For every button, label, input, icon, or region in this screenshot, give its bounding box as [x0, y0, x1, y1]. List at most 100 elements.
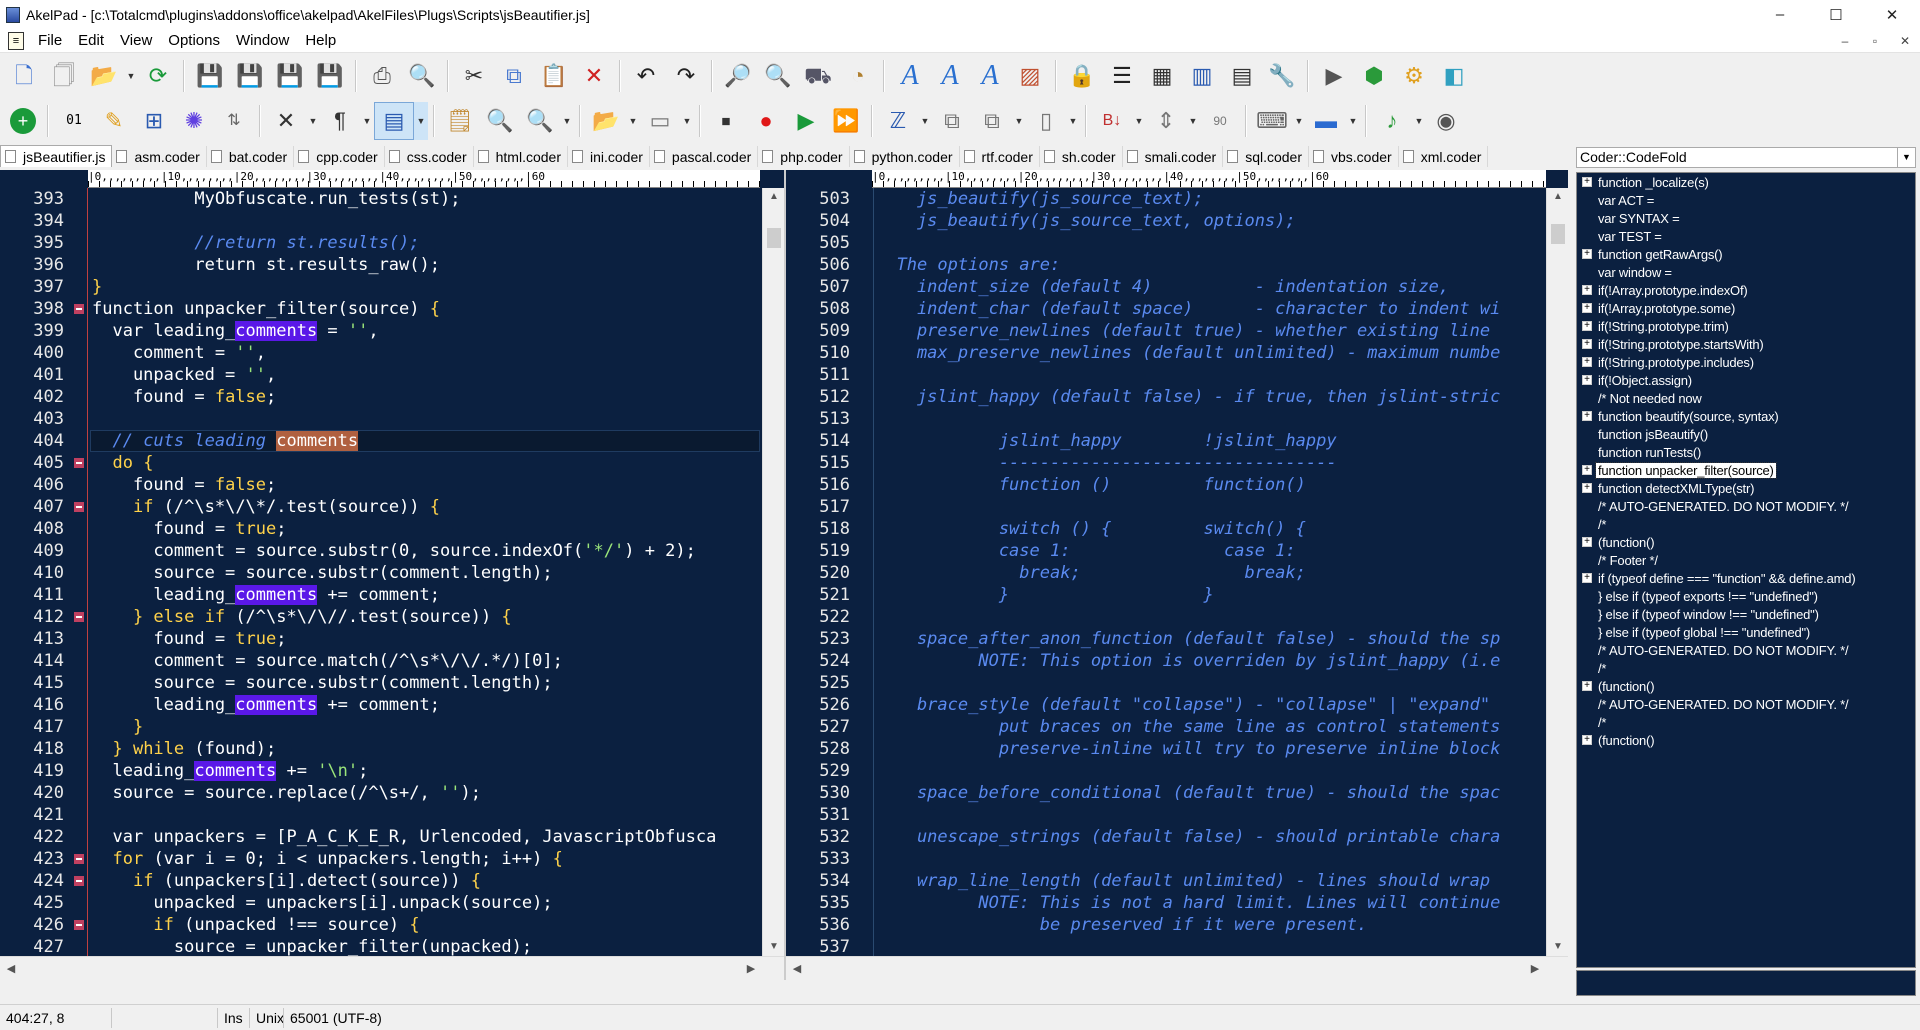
- code-line[interactable]: found = false;: [90, 386, 760, 408]
- sort-az-icon[interactable]: B↓: [1092, 102, 1132, 140]
- ruler-icon[interactable]: 01: [54, 102, 94, 140]
- menu-edit[interactable]: Edit: [70, 32, 112, 49]
- code-line[interactable]: [874, 408, 1544, 430]
- encoding[interactable]: 65001 (UTF-8): [284, 1008, 388, 1028]
- menu-file[interactable]: File: [30, 32, 70, 49]
- eraser-icon[interactable]: ◧: [1434, 57, 1474, 95]
- codefold-item[interactable]: var TEST =: [1577, 227, 1915, 245]
- redo-icon[interactable]: ↷: [666, 57, 706, 95]
- code-line[interactable]: found = false;: [90, 474, 760, 496]
- chevron-down-icon[interactable]: ▼: [124, 57, 138, 95]
- lock-icon[interactable]: 🔒: [1062, 57, 1102, 95]
- fold-toggle-icon[interactable]: [72, 452, 86, 474]
- code-line[interactable]: [874, 672, 1544, 694]
- chevron-down-icon[interactable]: ▼: [306, 102, 320, 140]
- code-line[interactable]: [874, 848, 1544, 870]
- codefold-item[interactable]: /* AUTO-GENERATED. DO NOT MODIFY. */: [1577, 497, 1915, 515]
- maximize-button[interactable]: ☐: [1808, 0, 1864, 29]
- expand-icon[interactable]: +: [1582, 537, 1592, 547]
- code-line[interactable]: brace_style (default "collapse") - "coll…: [874, 694, 1544, 716]
- new-window-icon[interactable]: 🗍: [44, 57, 84, 95]
- reload-icon[interactable]: ⟳: [138, 57, 178, 95]
- code-line[interactable]: indent_char (default space) - character …: [874, 298, 1544, 320]
- goto-icon[interactable]: ⛟: [798, 57, 838, 95]
- code-line[interactable]: do {: [90, 452, 760, 474]
- code-line[interactable]: source = source.substr(comment.length);: [90, 672, 760, 694]
- code-line[interactable]: } }: [874, 584, 1544, 606]
- scroll-left-icon[interactable]: ◀: [786, 957, 808, 981]
- scroll-up-icon[interactable]: ▲: [763, 188, 785, 206]
- close-x-icon[interactable]: ✕: [266, 102, 306, 140]
- font-icon[interactable]: A: [890, 57, 930, 95]
- code-line[interactable]: [874, 496, 1544, 518]
- fold-margin[interactable]: [72, 188, 86, 980]
- paste-doc-icon[interactable]: ⧉: [972, 102, 1012, 140]
- chevron-down-icon[interactable]: ▼: [1412, 102, 1426, 140]
- wrap-icon[interactable]: ☰: [1102, 57, 1142, 95]
- vertical-scrollbar[interactable]: ▲ ▼: [762, 188, 784, 956]
- code-line[interactable]: if (unpacked !== source) {: [90, 914, 760, 936]
- open-folder-icon[interactable]: 📂: [84, 57, 124, 95]
- gear-icon[interactable]: ⚙: [1394, 57, 1434, 95]
- code-line[interactable]: space_before_conditional (default true) …: [874, 782, 1544, 804]
- expand-icon[interactable]: +: [1582, 303, 1592, 313]
- codefold-item[interactable]: /* AUTO-GENERATED. DO NOT MODIFY. */: [1577, 641, 1915, 659]
- code-line[interactable]: if (unpackers[i].detect(source)) {: [90, 870, 760, 892]
- fold-toggle-icon[interactable]: [72, 848, 86, 870]
- codefold-item[interactable]: + (function(): [1577, 533, 1915, 551]
- save-as-icon[interactable]: 💾: [230, 57, 270, 95]
- expand-icon[interactable]: +: [1582, 411, 1592, 421]
- codefold-item[interactable]: /*: [1577, 659, 1915, 677]
- tab-php-coder[interactable]: php.coder: [758, 146, 850, 167]
- code-line[interactable]: switch () { switch() {: [874, 518, 1544, 540]
- expand-icon[interactable]: +: [1582, 573, 1592, 583]
- menu-window[interactable]: Window: [228, 32, 297, 49]
- fold-toggle-icon[interactable]: [72, 870, 86, 892]
- expand-icon[interactable]: +: [1582, 249, 1592, 259]
- highlight-icon[interactable]: ✎: [94, 102, 134, 140]
- paste-icon[interactable]: 📋: [534, 57, 574, 95]
- code-line[interactable]: be preserved if it were present.: [874, 914, 1544, 936]
- codefold-item[interactable]: + function beautify(source, syntax): [1577, 407, 1915, 425]
- page-icon[interactable]: ▯: [1026, 102, 1066, 140]
- code-line[interactable]: jslint_happy !jslint_happy: [874, 430, 1544, 452]
- code-line[interactable]: var leading_comments = '',: [90, 320, 760, 342]
- chevron-down-icon[interactable]: ▼: [1292, 102, 1306, 140]
- code-line[interactable]: space_after_anon_function (default false…: [874, 628, 1544, 650]
- cut-icon[interactable]: ✂: [454, 57, 494, 95]
- scroll-right-icon[interactable]: ▶: [1524, 957, 1546, 981]
- expand-icon[interactable]: +: [1582, 357, 1592, 367]
- zoom-icon[interactable]: 🔍: [520, 102, 560, 140]
- replace-icon[interactable]: 🔍: [758, 57, 798, 95]
- code-line[interactable]: function unpacker_filter(source) {: [90, 298, 760, 320]
- codefold-item[interactable]: + (function(): [1577, 731, 1915, 749]
- code-line[interactable]: } else if (/^\s*\/\//.test(source)) {: [90, 606, 760, 628]
- code-line[interactable]: return st.results_raw();: [90, 254, 760, 276]
- document-icon[interactable]: ≡: [8, 31, 24, 50]
- play-repeat-icon[interactable]: ⏩: [826, 102, 866, 140]
- newline-format[interactable]: Unix: [250, 1007, 284, 1028]
- codefold-item[interactable]: + (function(): [1577, 677, 1915, 695]
- codefold-item[interactable]: var SYNTAX =: [1577, 209, 1915, 227]
- tab-jsbeautifier-js[interactable]: jsBeautifier.js: [0, 145, 113, 167]
- tab-sql-coder[interactable]: sql.coder: [1223, 146, 1309, 167]
- left-editor-pane[interactable]: |0,,,,,,,,,|10,,,,,,,,|20,,,,,,,,|30,,,,…: [0, 170, 784, 980]
- codefold-item[interactable]: /* Not needed now: [1577, 389, 1915, 407]
- code-line[interactable]: [874, 804, 1544, 826]
- tab-rtf-coder[interactable]: rtf.coder: [960, 146, 1040, 167]
- codefold-tree[interactable]: + function _localize(s) var ACT = var SYNTA…: [1576, 172, 1916, 968]
- code-line[interactable]: unpacked = '',: [90, 364, 760, 386]
- codefold-item[interactable]: + function _localize(s): [1577, 173, 1915, 191]
- template-icon[interactable]: ▭: [640, 102, 680, 140]
- minimize-button[interactable]: –: [1752, 0, 1808, 29]
- code-line[interactable]: jslint_happy (default false) - if true, …: [874, 386, 1544, 408]
- horizontal-scrollbar[interactable]: ◀ ▶: [0, 956, 784, 980]
- mdi-minimize-button[interactable]: –: [1830, 34, 1860, 48]
- code-line[interactable]: ---------------------------------: [874, 452, 1544, 474]
- expand-icon[interactable]: +: [1582, 465, 1592, 475]
- code-line[interactable]: MyObfuscate.run_tests(st);: [90, 188, 760, 210]
- code-line[interactable]: [90, 408, 760, 430]
- code-line[interactable]: found = true;: [90, 518, 760, 540]
- codefold-item[interactable]: + if (typeof define === "function" && def…: [1577, 569, 1915, 587]
- code-line[interactable]: source = source.replace(/^\s+/, '');: [90, 782, 760, 804]
